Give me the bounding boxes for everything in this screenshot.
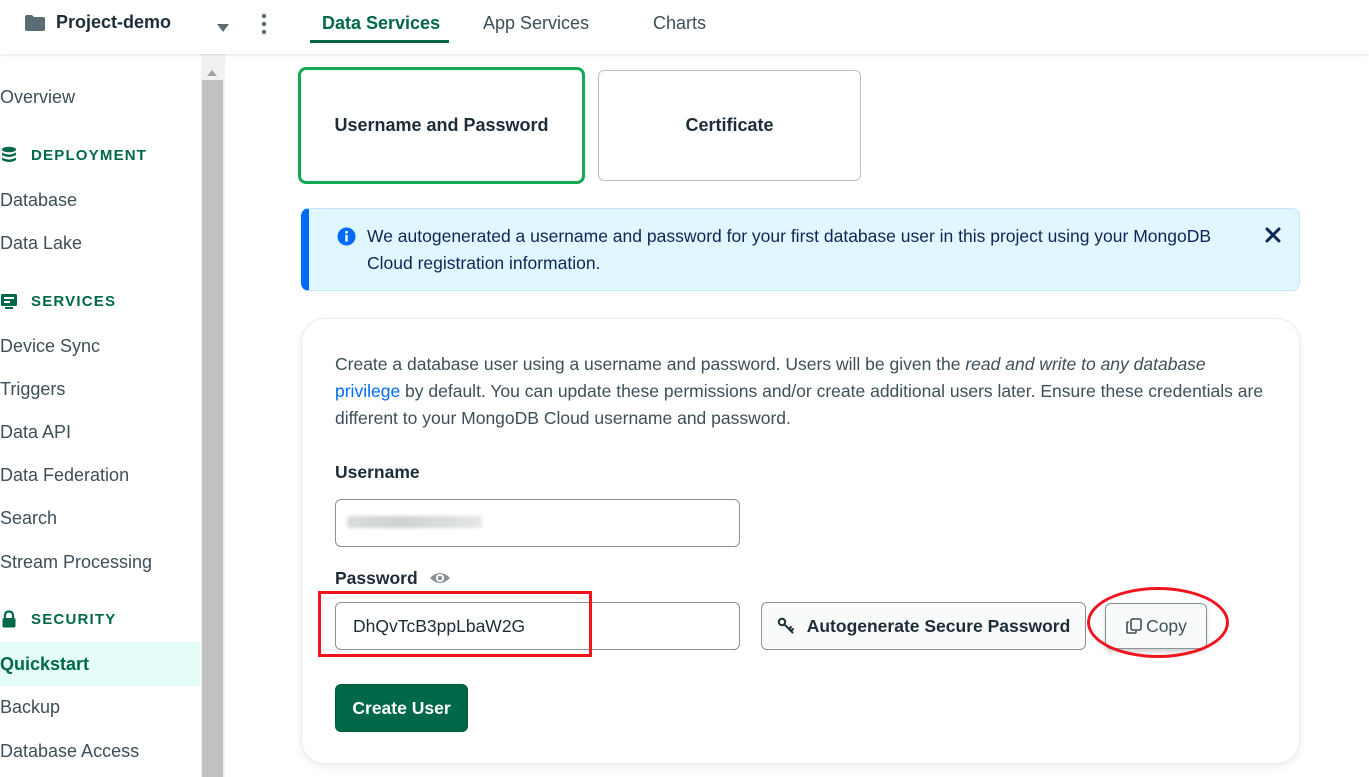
auth-method-label: Certificate [685, 115, 774, 135]
description-text: by default. You can update these permiss… [335, 381, 1264, 428]
description-text: Create a database user using a username … [335, 354, 966, 374]
sidebar-item-triggers[interactable]: Triggers [0, 379, 65, 400]
scroll-up-arrow-icon[interactable] [206, 64, 218, 76]
privilege-link[interactable]: privilege [335, 381, 400, 401]
sidebar-scrollbar-thumb[interactable] [202, 80, 223, 777]
autogenerate-label: Autogenerate Secure Password [806, 615, 1071, 636]
caret-down-icon[interactable] [216, 20, 230, 32]
banner-message: We autogenerated a username and password… [367, 226, 1212, 273]
info-icon [337, 227, 356, 246]
password-label: Password [335, 568, 418, 588]
sidebar-item-data-federation[interactable]: Data Federation [0, 465, 129, 486]
username-label: Username [335, 462, 420, 482]
sidebar-item-backup[interactable]: Backup [0, 697, 60, 718]
eye-icon[interactable] [429, 570, 451, 586]
sidebar-item-quickstart[interactable]: Quickstart [0, 654, 89, 675]
tab-app-services[interactable]: App Services [483, 13, 589, 34]
sidebar-item-data-lake[interactable]: Data Lake [0, 233, 82, 254]
info-banner: We autogenerated a username and password… [301, 208, 1300, 291]
tab-charts[interactable]: Charts [653, 13, 706, 34]
close-icon[interactable] [1265, 227, 1281, 243]
more-options-icon[interactable] [258, 13, 270, 35]
folder-icon [24, 14, 46, 32]
sidebar-item-stream-processing[interactable]: Stream Processing [0, 552, 152, 573]
sidebar-item-device-sync[interactable]: Device Sync [0, 336, 100, 357]
create-user-label: Create User [352, 697, 451, 718]
description-emphasis: read and write to any database [965, 354, 1206, 374]
top-navigation-bar: Project-demo Data Services App Services … [0, 0, 1369, 54]
active-tab-indicator [310, 40, 449, 43]
sidebar-item-search[interactable]: Search [0, 508, 57, 529]
blurred-username-value [347, 516, 482, 528]
password-highlight-box [318, 591, 592, 657]
create-user-button[interactable]: Create User [335, 684, 468, 732]
tab-data-services[interactable]: Data Services [322, 13, 440, 34]
sidebar-item-database-access[interactable]: Database Access [0, 741, 139, 762]
key-icon [777, 617, 795, 635]
sidebar-section-deployment: DEPLOYMENT [0, 146, 147, 164]
form-description: Create a database user using a username … [335, 351, 1270, 432]
sidebar-item-database[interactable]: Database [0, 190, 77, 211]
autogenerate-password-button[interactable]: Autogenerate Secure Password [761, 602, 1086, 650]
sidebar-item-data-api[interactable]: Data API [0, 422, 71, 443]
sidebar-section-services: SERVICES [0, 292, 116, 310]
sidebar: Overview DEPLOYMENT Database Data Lake S… [0, 54, 225, 777]
auth-method-label: Username and Password [334, 115, 549, 135]
project-name: Project-demo [56, 12, 172, 32]
auth-method-certificate[interactable]: Certificate [598, 70, 861, 181]
copy-highlight-ellipse [1087, 587, 1229, 658]
services-icon [0, 292, 18, 310]
sidebar-section-title: SECURITY [31, 610, 117, 628]
database-stack-icon [0, 146, 18, 164]
create-user-card: Create a database user using a username … [301, 318, 1300, 764]
sidebar-section-security: SECURITY [0, 610, 116, 628]
auth-method-username-password[interactable]: Username and Password [298, 67, 585, 184]
sidebar-section-title: SERVICES [31, 292, 117, 310]
project-selector[interactable]: Project-demo [24, 12, 171, 33]
sidebar-item-overview[interactable]: Overview [0, 87, 75, 108]
sidebar-section-title: DEPLOYMENT [31, 146, 148, 164]
lock-icon [0, 610, 18, 628]
